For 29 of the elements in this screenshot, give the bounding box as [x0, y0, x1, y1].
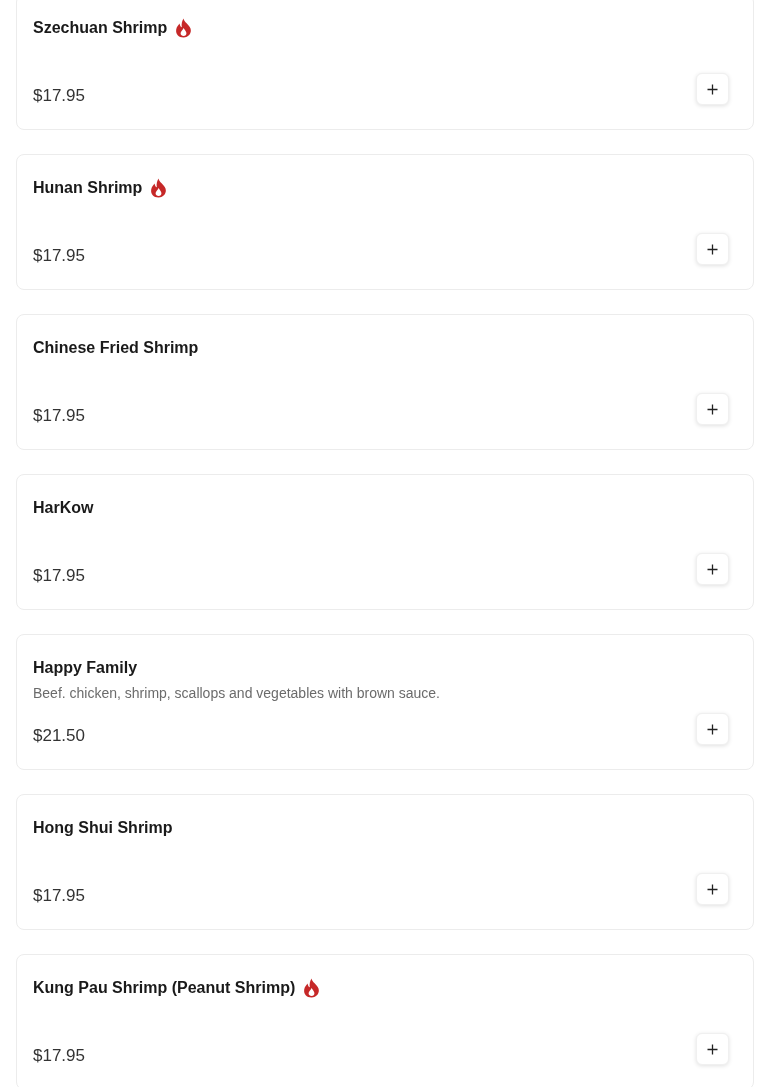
dish-name: Kung Pau Shrimp (Peanut Shrimp) [33, 978, 296, 998]
plus-icon [707, 403, 718, 415]
plus-icon [707, 723, 718, 735]
plus-icon [707, 883, 718, 895]
dish-price: $17.95 [33, 566, 86, 586]
add-button[interactable] [696, 713, 729, 745]
plus-icon [707, 1043, 718, 1055]
plus-icon [707, 243, 718, 255]
dish-price: $17.95 [33, 1046, 86, 1066]
add-button[interactable] [696, 873, 729, 905]
add-button[interactable] [696, 73, 729, 105]
dish-price: $17.95 [33, 886, 86, 906]
add-button[interactable] [696, 393, 729, 425]
dish-name: Hong Shui Shrimp [33, 818, 173, 838]
plus-icon [707, 83, 718, 95]
add-button[interactable] [696, 553, 729, 585]
add-button[interactable] [696, 233, 729, 265]
add-button[interactable] [696, 1033, 729, 1065]
dish-price: $17.95 [33, 406, 86, 426]
dish-price: $17.95 [33, 246, 86, 266]
dish-description: Beef. chicken, shrimp, scallops and vegetables with brown sauce. [33, 684, 441, 703]
plus-icon [707, 563, 718, 575]
dish-price: $17.95 [33, 86, 86, 106]
dish-name: Chinese Fried Shrimp [33, 338, 199, 358]
dish-name: Szechuan Shrimp [33, 18, 168, 38]
dish-name: HarKow [33, 498, 94, 518]
dish-name: Happy Family [33, 658, 138, 678]
dish-price: $21.50 [33, 726, 86, 746]
dish-name: Hunan Shrimp [33, 178, 143, 198]
